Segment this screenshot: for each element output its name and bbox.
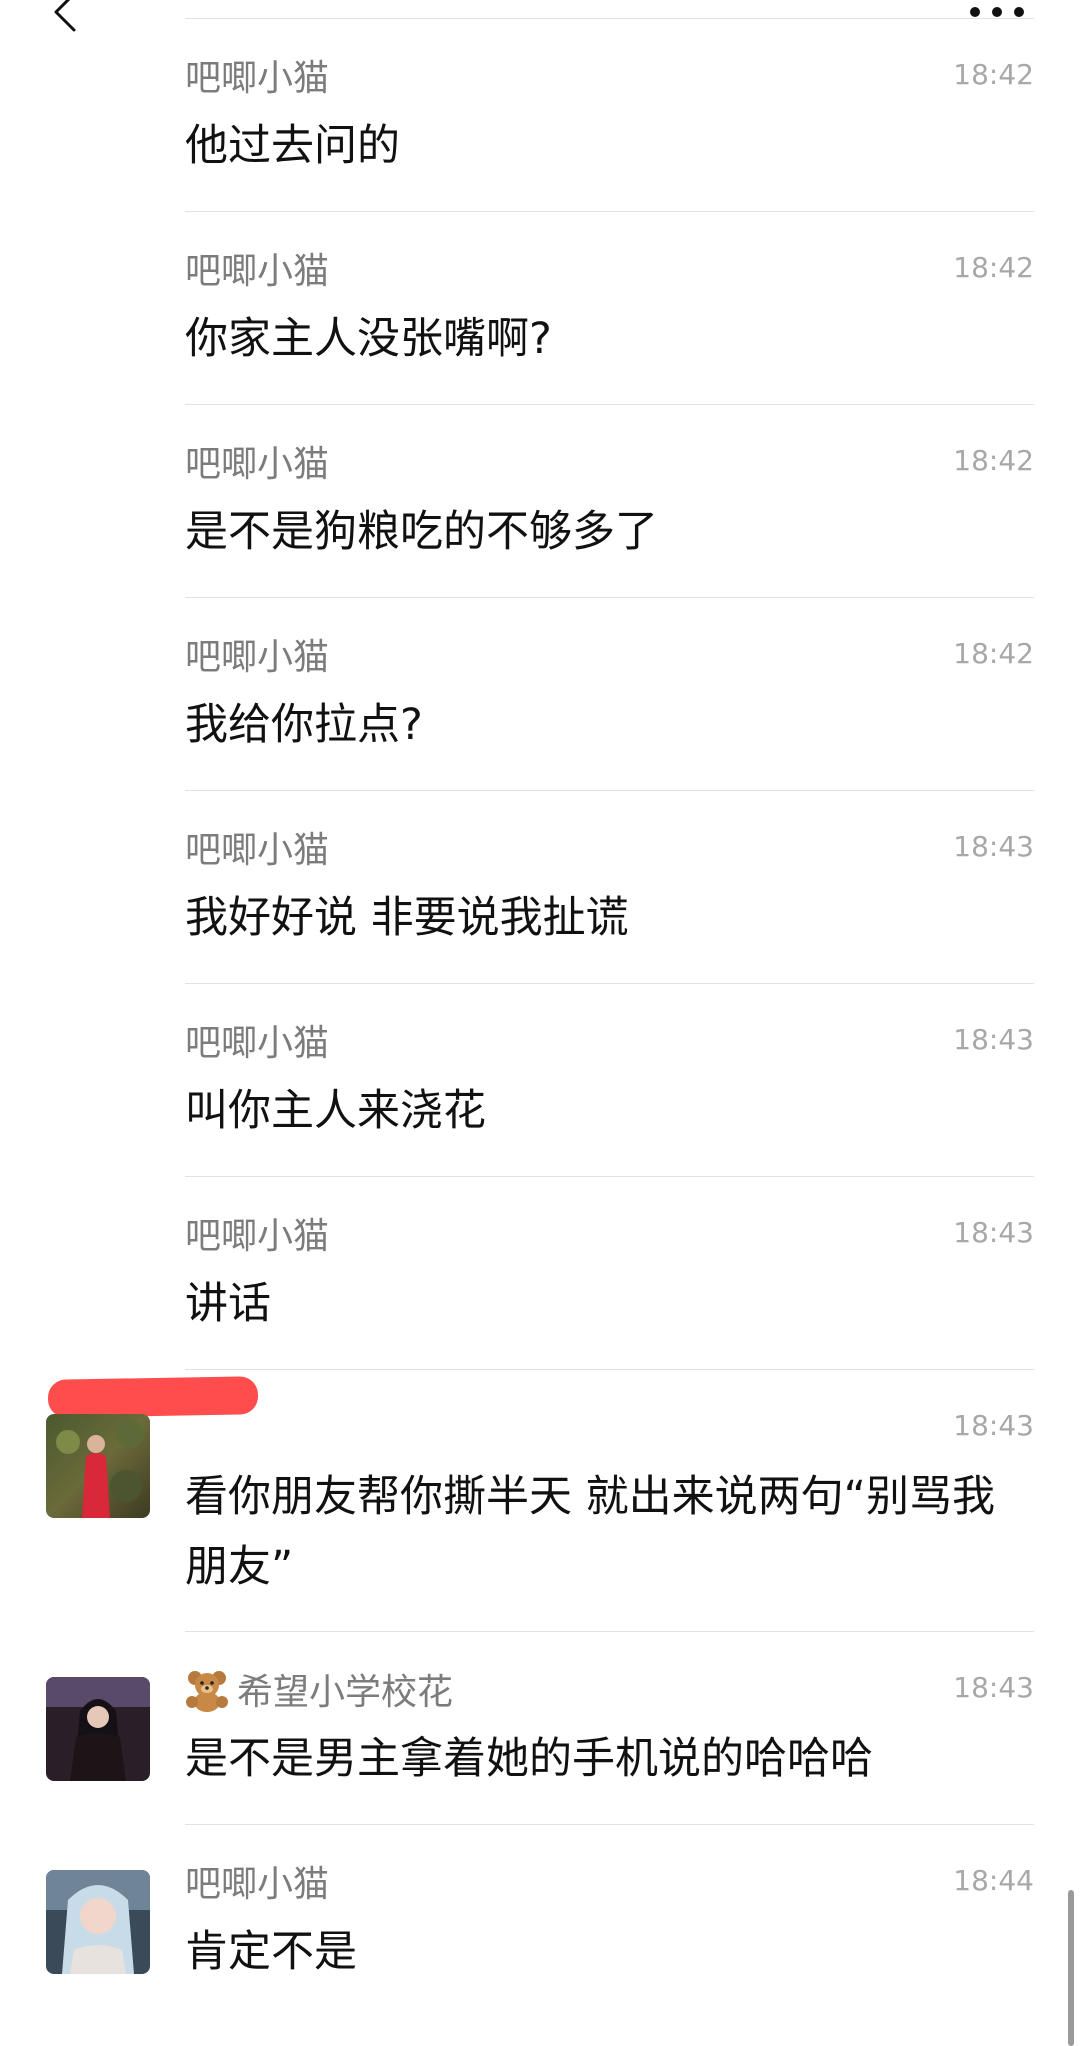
sender-name: 吧唧小猫 bbox=[185, 251, 330, 292]
message-row[interactable]: 吧唧小猫 18:43 叫你主人来浇花 bbox=[0, 984, 1080, 1177]
message-list: 吧唧小猫 18:42 他过去问的 吧唧小猫 18:42 你家主人没张嘴啊? 吧唧… bbox=[0, 19, 1080, 2031]
message-time: 18:42 bbox=[953, 251, 1034, 284]
sender-name-text: 希望小学校花 bbox=[237, 1672, 454, 1713]
message-row[interactable]: 吧唧小猫 18:42 是不是狗粮吃的不够多了 bbox=[0, 405, 1080, 598]
avatar[interactable] bbox=[46, 1677, 150, 1781]
message-text: 是不是男主拿着她的手机说的哈哈哈 bbox=[185, 1734, 873, 1784]
message-text: 我给你拉点? bbox=[185, 700, 423, 750]
message-time: 18:44 bbox=[953, 1864, 1034, 1897]
top-bar bbox=[0, 0, 1080, 32]
message-text: 讲话 bbox=[185, 1279, 271, 1329]
message-text: 肯定不是 bbox=[185, 1927, 357, 1977]
message-row[interactable]: 18:43 看你朋友帮你撕半天 就出来说两句“别骂我朋友” bbox=[0, 1370, 1080, 1632]
avatar-image bbox=[46, 1414, 150, 1518]
sender-name: 吧唧小猫 bbox=[185, 1023, 330, 1064]
sender-name: 希望小学校花 bbox=[185, 1668, 453, 1717]
avatar[interactable] bbox=[46, 1870, 150, 1974]
message-row[interactable]: 希望小学校花 18:43 是不是男主拿着她的手机说的哈哈哈 bbox=[0, 1632, 1080, 1825]
scrollbar[interactable] bbox=[1068, 1890, 1074, 2046]
message-row[interactable]: 吧唧小猫 18:42 你家主人没张嘴啊? bbox=[0, 212, 1080, 405]
message-row[interactable]: 吧唧小猫 18:43 讲话 bbox=[0, 1177, 1080, 1370]
message-text: 是不是狗粮吃的不够多了 bbox=[185, 507, 658, 557]
message-text: 看你朋友帮你撕半天 就出来说两句“别骂我朋友” bbox=[185, 1472, 995, 1592]
avatar-image bbox=[46, 1677, 150, 1781]
sender-name: 吧唧小猫 bbox=[185, 1216, 330, 1257]
message-time: 18:43 bbox=[953, 1216, 1034, 1249]
message-time: 18:42 bbox=[953, 637, 1034, 670]
message-time: 18:43 bbox=[953, 1671, 1034, 1704]
message-time: 18:43 bbox=[953, 1409, 1034, 1442]
message-time: 18:43 bbox=[953, 830, 1034, 863]
message-row[interactable]: 吧唧小猫 18:44 肯定不是 bbox=[0, 1825, 1080, 2031]
sender-name: 吧唧小猫 bbox=[185, 830, 330, 871]
sender-name: 吧唧小猫 bbox=[185, 1864, 330, 1905]
sender-name: 吧唧小猫 bbox=[185, 444, 330, 485]
message-time: 18:42 bbox=[953, 444, 1034, 477]
sender-name: 吧唧小猫 bbox=[185, 637, 330, 678]
message-row[interactable]: 吧唧小猫 18:42 他过去问的 bbox=[0, 19, 1080, 212]
message-time: 18:42 bbox=[953, 58, 1034, 91]
redaction-mark bbox=[47, 1376, 259, 1418]
teddy-bear-icon bbox=[186, 1671, 228, 1712]
avatar[interactable] bbox=[46, 1414, 150, 1518]
sender-name: 吧唧小猫 bbox=[185, 58, 330, 99]
message-text: 你家主人没张嘴啊? bbox=[185, 314, 552, 364]
message-row[interactable]: 吧唧小猫 18:42 我给你拉点? bbox=[0, 598, 1080, 791]
message-row[interactable]: 吧唧小猫 18:43 我好好说 非要说我扯谎 bbox=[0, 791, 1080, 984]
avatar-image bbox=[46, 1870, 150, 1974]
message-text: 他过去问的 bbox=[185, 121, 400, 171]
message-text: 叫你主人来浇花 bbox=[185, 1086, 486, 1136]
message-time: 18:43 bbox=[953, 1023, 1034, 1056]
message-text: 我好好说 非要说我扯谎 bbox=[185, 893, 629, 943]
